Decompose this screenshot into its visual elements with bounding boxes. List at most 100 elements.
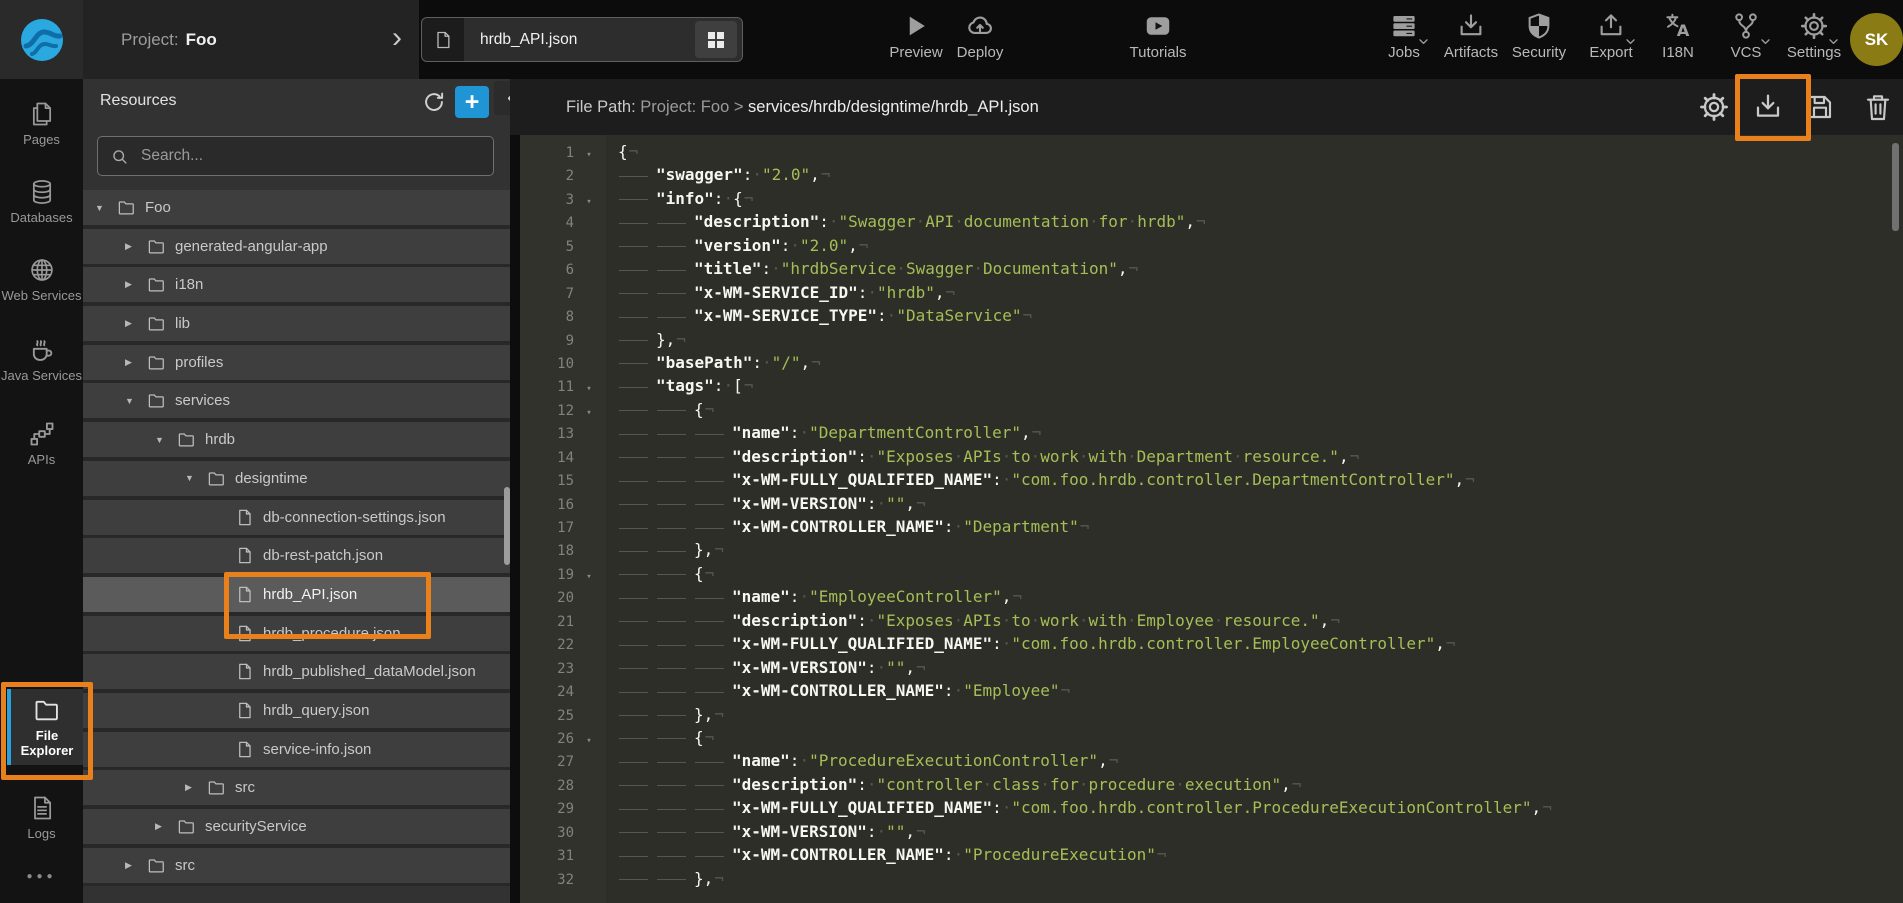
- caret-down-icon[interactable]: ▼: [155, 435, 177, 445]
- line-end-marker: ¬: [1465, 470, 1475, 489]
- tree-item-services[interactable]: ▼services: [83, 383, 510, 418]
- menu-deploy[interactable]: Deploy: [950, 11, 1010, 61]
- menu-i18n[interactable]: AI18N: [1650, 11, 1706, 61]
- caret-right-icon[interactable]: ▶: [125, 860, 147, 871]
- save-button[interactable]: [1804, 91, 1836, 123]
- file-icon: [235, 662, 254, 681]
- tree-item-label: i18n: [175, 276, 203, 293]
- refresh-button[interactable]: [421, 89, 447, 115]
- menu-jobs[interactable]: Jobs: [1372, 11, 1436, 61]
- tree-item-hrdb-procedure-json[interactable]: hrdb_procedure.json: [83, 616, 510, 651]
- caret-down-icon[interactable]: ▼: [125, 396, 147, 406]
- tree-item-src[interactable]: ▶src: [83, 848, 510, 883]
- folder-icon: [207, 469, 226, 488]
- line-end-marker: ¬: [1061, 681, 1071, 700]
- user-avatar[interactable]: SK: [1850, 13, 1903, 66]
- sidebar-item-logs[interactable]: Logs: [0, 787, 83, 848]
- caret-right-icon[interactable]: ▶: [125, 241, 147, 252]
- caret-down-icon[interactable]: ▼: [185, 473, 207, 483]
- menu-label: Tutorials: [1130, 44, 1187, 61]
- app-logo[interactable]: [0, 0, 83, 79]
- tree-item-hrdb-query-json[interactable]: hrdb_query.json: [83, 693, 510, 728]
- line-end-marker: ¬: [705, 728, 715, 747]
- code-line: 19▾{¬: [520, 562, 1903, 585]
- tree-item-i18n[interactable]: ▶ i18n: [83, 267, 510, 302]
- add-resource-button[interactable]: +: [455, 86, 489, 118]
- menu-artifacts[interactable]: Artifacts: [1434, 11, 1508, 61]
- code-editor[interactable]: 1▾{¬2"swagger":·"2.0",¬3▾"info":·{¬4"des…: [520, 135, 1903, 903]
- line-number: 27: [520, 751, 574, 774]
- chevron-down-icon: [1417, 35, 1430, 48]
- more-options-icon[interactable]: ●●●: [0, 871, 83, 882]
- menu-preview[interactable]: Preview: [886, 11, 946, 61]
- file-tree: ▼Foo▶generated-angular-app▶i18n▶lib▶prof…: [83, 190, 510, 886]
- sidebar-item-label: Pages: [23, 132, 60, 147]
- line-number: 32: [520, 869, 574, 892]
- line-number: 24: [520, 681, 574, 704]
- search-box: [97, 136, 494, 176]
- caret-right-icon[interactable]: ▶: [125, 357, 147, 368]
- line-number: 31: [520, 845, 574, 868]
- tree-item-db-rest-patch-json[interactable]: db-rest-patch.json: [83, 538, 510, 573]
- tree-item-db-connection-settings-json[interactable]: db-connection-settings.json: [83, 500, 510, 535]
- file-icon: [235, 624, 254, 643]
- caret-right-icon[interactable]: ▶: [125, 318, 147, 329]
- open-file-tab[interactable]: hrdb_API.json: [421, 17, 743, 62]
- code-text: "description":·"Exposes·APIs·to·work·wit…: [618, 447, 1359, 466]
- menu-export[interactable]: Export: [1580, 11, 1642, 61]
- editor-settings-button[interactable]: [1698, 91, 1730, 123]
- sidebar-item-databases[interactable]: Databases: [0, 171, 83, 232]
- project-label: Project:Foo: [83, 0, 419, 79]
- search-input[interactable]: [139, 146, 481, 166]
- menu-label: Security: [1512, 44, 1566, 61]
- caret-right-icon[interactable]: ▶: [155, 821, 177, 832]
- line-end-marker: ¬: [714, 869, 724, 888]
- menu-security[interactable]: Security: [1504, 11, 1574, 61]
- caret-right-icon[interactable]: ▶: [125, 279, 147, 290]
- code-line: 27"name":·"ProcedureExecutionController"…: [520, 749, 1903, 772]
- code-text: "x-WM-VERSION":·"",¬: [618, 494, 926, 513]
- menu-settings[interactable]: Settings: [1778, 11, 1850, 61]
- code-line: 22"x-WM-FULLY_QUALIFIED_NAME":·"com.foo.…: [520, 632, 1903, 655]
- tree-item-hrdb-api-json[interactable]: hrdb_API.json: [83, 577, 510, 612]
- file-tab-grid-button[interactable]: [690, 18, 742, 61]
- tree-scrollbar-thumb[interactable]: [504, 487, 510, 565]
- sidebar-item-apis[interactable]: APIs: [0, 413, 83, 474]
- tree-item-label: designtime: [235, 470, 308, 487]
- tree-item-label: db-rest-patch.json: [263, 547, 383, 564]
- folder-icon: [147, 391, 166, 410]
- tree-item-securityservice[interactable]: ▶securityService: [83, 809, 510, 844]
- tree-item-foo[interactable]: ▼Foo: [83, 190, 510, 225]
- tree-item-profiles[interactable]: ▶profiles: [83, 345, 510, 380]
- sidebar-item-file-explorer[interactable]: File Explorer: [7, 689, 83, 765]
- code-line: 1▾{¬: [520, 140, 1903, 163]
- sidebar-item-web-services[interactable]: Web Services: [0, 249, 83, 310]
- tree-item-generated-angular-app[interactable]: ▶generated-angular-app: [83, 229, 510, 264]
- tree-item-hrdb[interactable]: ▼hrdb: [83, 422, 510, 457]
- caret-down-icon[interactable]: ▼: [95, 203, 117, 213]
- download-button[interactable]: [1752, 91, 1784, 123]
- editor-scrollbar-thumb[interactable]: [1892, 143, 1899, 231]
- coffee-icon: [28, 336, 56, 364]
- tree-item-hrdb-published-datamodel-json[interactable]: hrdb_published_dataModel.json: [83, 654, 510, 689]
- caret-right-icon[interactable]: ▶: [185, 782, 207, 793]
- menu-label: Preview: [889, 44, 942, 61]
- open-file-name[interactable]: hrdb_API.json: [464, 18, 690, 61]
- sidebar-item-label: Web Services: [2, 288, 82, 303]
- line-number: 17: [520, 517, 574, 540]
- menu-tutorials[interactable]: Tutorials: [1116, 11, 1200, 61]
- menu-label: Deploy: [957, 44, 1004, 61]
- line-end-marker: ¬: [1157, 845, 1167, 864]
- delete-button[interactable]: [1862, 91, 1894, 123]
- sidebar-item-pages[interactable]: Pages: [0, 93, 83, 154]
- sidebar-item-java-services[interactable]: Java Services: [0, 329, 83, 390]
- chevron-right-icon: ›: [392, 20, 402, 56]
- tree-item-lib[interactable]: ▶lib: [83, 306, 510, 341]
- tree-item-service-info-json[interactable]: service-info.json: [83, 732, 510, 767]
- code-text: {¬: [618, 400, 714, 419]
- tree-item-designtime[interactable]: ▼ designtime: [83, 461, 510, 496]
- tree-item-src[interactable]: ▶src: [83, 770, 510, 805]
- sidebar-item-label: File Explorer: [11, 728, 83, 758]
- menu-vcs[interactable]: VCS: [1714, 11, 1778, 61]
- line-number: 16: [520, 494, 574, 517]
